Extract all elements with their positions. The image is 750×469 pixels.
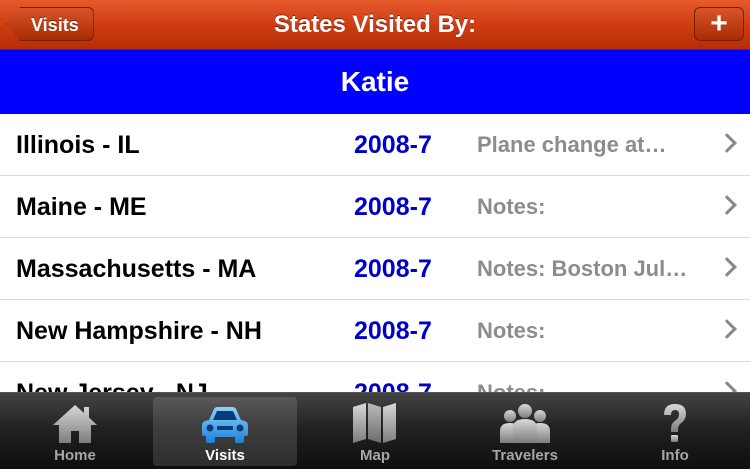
visit-row[interactable]: Illinois - IL 2008-7 Plane change at… bbox=[0, 114, 750, 176]
tab-travelers[interactable]: Travelers bbox=[453, 397, 597, 466]
house-icon bbox=[53, 405, 97, 443]
tab-home[interactable]: Home bbox=[3, 397, 147, 466]
visit-note: Notes: bbox=[477, 362, 712, 392]
tab-map[interactable]: Map bbox=[303, 397, 447, 466]
visit-date: 2008-7 bbox=[354, 317, 432, 345]
state-name: Illinois - IL bbox=[16, 131, 140, 159]
tab-bar: Home Visits Map Travelers Info bbox=[0, 392, 750, 469]
visit-note: Notes: Boston Jul… bbox=[477, 256, 688, 281]
visit-note: Notes: bbox=[477, 194, 546, 219]
tab-label: Travelers bbox=[492, 447, 558, 464]
chevron-right-icon bbox=[717, 257, 737, 277]
tab-info[interactable]: Info bbox=[603, 397, 747, 466]
chevron-right-icon bbox=[717, 319, 737, 339]
visit-date: 2008-7 bbox=[354, 255, 432, 283]
visit-date: 2008-7 bbox=[354, 362, 432, 392]
visit-note: Plane change at… bbox=[477, 132, 667, 157]
visit-row[interactable]: Maine - ME 2008-7 Notes: bbox=[0, 176, 750, 238]
people-icon bbox=[500, 404, 550, 443]
visits-list[interactable]: Illinois - IL 2008-7 Plane change at… Ma… bbox=[0, 114, 750, 392]
add-visit-button[interactable]: + bbox=[694, 7, 744, 41]
state-name: New Jersey - NJ bbox=[16, 362, 208, 392]
tab-label: Info bbox=[661, 447, 689, 464]
back-button[interactable]: Visits bbox=[6, 7, 94, 41]
page-title: States Visited By: bbox=[273, 11, 477, 38]
tab-label: Visits bbox=[205, 447, 245, 464]
navigation-bar: Visits States Visited By: + bbox=[0, 0, 750, 50]
tab-visits[interactable]: Visits bbox=[153, 397, 297, 466]
tab-label: Map bbox=[360, 447, 390, 464]
chevron-right-icon bbox=[717, 381, 737, 392]
state-name: Maine - ME bbox=[16, 193, 147, 221]
visit-row[interactable]: Massachusetts - MA 2008-7 Notes: Boston … bbox=[0, 238, 750, 300]
chevron-right-icon bbox=[717, 133, 737, 153]
tab-label: Home bbox=[54, 447, 96, 464]
car-icon bbox=[202, 407, 248, 443]
visit-date: 2008-7 bbox=[354, 131, 432, 159]
state-name: New Hampshire - NH bbox=[16, 317, 262, 345]
visit-row[interactable]: New Jersey - NJ 2008-7 Notes: bbox=[0, 362, 750, 392]
map-icon bbox=[353, 403, 396, 443]
question-mark-icon bbox=[664, 404, 686, 442]
chevron-right-icon bbox=[717, 195, 737, 215]
traveler-name-banner: Katie bbox=[0, 50, 750, 114]
visit-row[interactable]: New Hampshire - NH 2008-7 Notes: bbox=[0, 300, 750, 362]
visit-note: Notes: bbox=[477, 318, 546, 343]
state-name: Massachusetts - MA bbox=[16, 255, 257, 283]
visit-date: 2008-7 bbox=[354, 193, 432, 221]
